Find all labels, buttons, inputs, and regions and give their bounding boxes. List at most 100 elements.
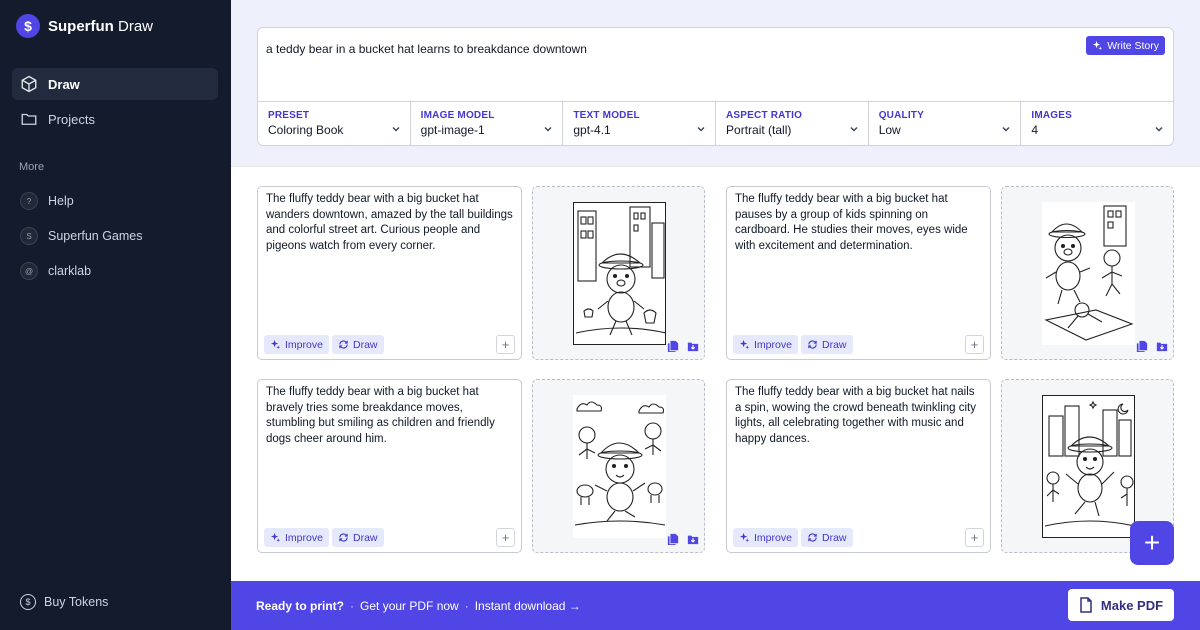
page-text-card: The fluffy teddy bear with a big bucket … — [726, 379, 991, 553]
sparkle-icon — [1093, 40, 1103, 51]
document-icon — [1080, 597, 1092, 613]
page-text[interactable]: The fluffy teddy bear with a big bucket … — [735, 192, 982, 254]
main-nav: Draw Projects — [12, 68, 218, 138]
coloring-page-image — [1042, 395, 1135, 538]
image-actions — [660, 532, 700, 546]
write-story-label: Write Story — [1107, 39, 1159, 52]
coloring-page-image — [1042, 202, 1135, 345]
option-label: QUALITY — [878, 110, 924, 121]
more-list: ? Help S Superfun Games @ clarklab — [12, 186, 218, 291]
option-value: Coloring Book — [268, 123, 344, 137]
page-image-card[interactable] — [1001, 186, 1174, 360]
option-label: ASPECT RATIO — [726, 110, 803, 121]
footer-instant-download-link[interactable]: Instant download → — [475, 599, 581, 613]
add-page-button[interactable]: + — [496, 335, 515, 354]
nav-item-draw[interactable]: Draw — [12, 68, 218, 100]
nav-item-projects[interactable]: Projects — [12, 103, 218, 135]
more-item-superfun-games[interactable]: S Superfun Games — [12, 221, 218, 251]
cube-icon — [21, 75, 37, 93]
add-page-button[interactable]: + — [965, 528, 984, 547]
option-label: PRESET — [268, 110, 310, 121]
brand-name: Superfun Draw — [48, 17, 154, 35]
add-page-button[interactable]: + — [965, 335, 984, 354]
help-icon: ? — [20, 192, 38, 210]
images-count-select[interactable]: IMAGES 4 — [1021, 102, 1173, 145]
refresh-icon — [339, 340, 348, 349]
option-value: Portrait (tall) — [726, 123, 792, 137]
refresh-icon — [808, 533, 817, 542]
make-pdf-button[interactable]: Make PDF — [1068, 589, 1174, 621]
chevron-down-icon — [1155, 127, 1163, 132]
add-page-fab[interactable]: + — [1130, 521, 1174, 565]
more-item-clarklab[interactable]: @ clarklab — [12, 256, 218, 286]
games-icon: S — [20, 227, 38, 245]
prompt-input[interactable]: a teddy bear in a bucket hat learns to b… — [266, 42, 587, 56]
chevron-down-icon — [392, 127, 400, 132]
option-label: TEXT MODEL — [573, 110, 640, 121]
improve-button[interactable]: Improve — [264, 528, 329, 547]
page-image-card[interactable] — [532, 186, 705, 360]
sparkle-icon — [270, 339, 281, 350]
refresh-icon — [808, 340, 817, 349]
footer-ready-text: Ready to print? — [256, 599, 345, 613]
option-label: IMAGES — [1031, 110, 1073, 121]
draw-button[interactable]: Draw — [801, 335, 853, 354]
sparkle-icon — [739, 339, 750, 350]
more-section-label: More — [19, 161, 45, 173]
coloring-page-image — [573, 395, 666, 538]
more-item-label: clarklab — [48, 264, 92, 278]
download-icon[interactable] — [1155, 339, 1169, 353]
chevron-down-icon — [850, 127, 858, 132]
more-item-label: Help — [48, 194, 74, 208]
folder-icon — [21, 113, 37, 125]
nav-item-label: Draw — [48, 76, 80, 92]
copy-icon[interactable] — [1135, 339, 1149, 353]
coloring-page-image — [573, 202, 666, 345]
preset-select[interactable]: PRESET Coloring Book — [258, 102, 411, 145]
brand-logo: $ — [16, 14, 40, 38]
sparkle-icon — [270, 532, 281, 543]
aspect-ratio-select[interactable]: ASPECT RATIO Portrait (tall) — [716, 102, 869, 145]
sparkle-icon — [739, 532, 750, 543]
improve-button[interactable]: Improve — [733, 528, 798, 547]
quality-select[interactable]: QUALITY Low — [869, 102, 1022, 145]
footer-bar: Ready to print? · Get your PDF now · Instant… — [231, 581, 1200, 630]
nav-item-label: Projects — [48, 111, 95, 127]
download-icon[interactable] — [686, 532, 700, 546]
sidebar: $ Superfun Draw Draw Projects More ? Hel… — [0, 0, 231, 630]
chevron-down-icon — [544, 127, 552, 132]
page-text-card: The fluffy teddy bear with a big bucket … — [257, 186, 522, 360]
improve-button[interactable]: Improve — [733, 335, 798, 354]
draw-button[interactable]: Draw — [332, 335, 384, 354]
options-bar: PRESET Coloring Book IMAGE MODEL gpt-ima… — [258, 101, 1173, 145]
buy-tokens-link[interactable]: $ Buy Tokens — [20, 594, 108, 610]
improve-button[interactable]: Improve — [264, 335, 329, 354]
brand[interactable]: $ Superfun Draw — [16, 14, 153, 38]
buy-tokens-label: Buy Tokens — [44, 595, 109, 609]
option-value: 4 — [1031, 123, 1039, 137]
option-value: Low — [878, 123, 901, 137]
page-text-card: The fluffy teddy bear with a big bucket … — [726, 186, 991, 360]
option-label: IMAGE MODEL — [420, 110, 495, 121]
make-pdf-label: Make PDF — [1100, 597, 1164, 613]
draw-button[interactable]: Draw — [801, 528, 853, 547]
draw-button[interactable]: Draw — [332, 528, 384, 547]
download-icon[interactable] — [686, 339, 700, 353]
chevron-down-icon — [697, 127, 705, 132]
copy-icon[interactable] — [666, 532, 680, 546]
page-text-card: The fluffy teddy bear with a big bucket … — [257, 379, 522, 553]
refresh-icon — [339, 533, 348, 542]
page-text[interactable]: The fluffy teddy bear with a big bucket … — [735, 385, 982, 447]
copy-icon[interactable] — [666, 339, 680, 353]
more-item-help[interactable]: ? Help — [12, 186, 218, 216]
at-icon: @ — [20, 262, 38, 280]
page-text[interactable]: The fluffy teddy bear with a big bucket … — [266, 385, 513, 447]
page-text[interactable]: The fluffy teddy bear with a big bucket … — [266, 192, 513, 254]
option-value: gpt-image-1 — [420, 123, 485, 137]
page-image-card[interactable] — [532, 379, 705, 553]
option-value: gpt-4.1 — [573, 123, 611, 137]
write-story-button[interactable]: Write Story — [1086, 36, 1165, 55]
image-model-select[interactable]: IMAGE MODEL gpt-image-1 — [411, 102, 564, 145]
add-page-button[interactable]: + — [496, 528, 515, 547]
text-model-select[interactable]: TEXT MODEL gpt-4.1 — [563, 102, 717, 145]
